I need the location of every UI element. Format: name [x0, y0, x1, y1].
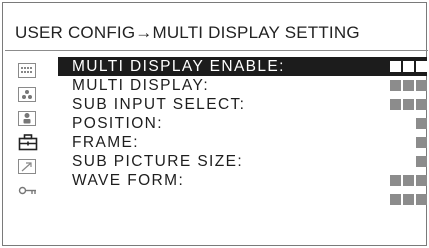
- menu-item-sub-picture-size[interactable]: SUB PICTURE SIZE:: [58, 152, 427, 171]
- menu-item-label: MULTI DISPLAY:: [72, 76, 210, 94]
- title-divider: [5, 50, 428, 51]
- sidebar: [14, 58, 58, 202]
- value-block: [403, 175, 414, 186]
- value-block: [390, 99, 401, 110]
- menu-item-label: FRAME:: [72, 133, 139, 151]
- page-title: USER CONFIG→MULTI DISPLAY SETTING: [15, 23, 360, 42]
- value-block: [390, 175, 401, 186]
- value-block: [403, 61, 414, 72]
- value-block: [416, 80, 427, 91]
- value-block: [416, 156, 427, 167]
- sidebar-item-tri[interactable]: [14, 82, 58, 106]
- menu-item-label: SUB PICTURE SIZE:: [72, 152, 244, 170]
- menu-item-label: MULTI DISPLAY ENABLE:: [72, 57, 285, 75]
- value-block: [390, 61, 401, 72]
- toolbox-icon: [18, 133, 38, 151]
- key-icon: [18, 182, 38, 199]
- value-placeholder: [390, 99, 427, 110]
- sidebar-item-toolbox[interactable]: [14, 130, 58, 154]
- person-icon: [18, 110, 36, 126]
- value-block: [390, 80, 401, 91]
- menu-item-position[interactable]: POSITION:: [58, 114, 427, 133]
- value-placeholder: [416, 156, 427, 167]
- value-placeholder: [390, 61, 427, 72]
- settings-menu: MULTI DISPLAY ENABLE: MULTI DISPLAY: SUB…: [58, 57, 427, 209]
- menu-item-wave-form[interactable]: WAVE FORM:: [58, 171, 427, 190]
- value-block: [416, 61, 427, 72]
- value-placeholder: [416, 137, 427, 148]
- tri-dots-icon: [18, 86, 36, 102]
- menu-item-label: POSITION:: [72, 114, 163, 132]
- sidebar-item-person[interactable]: [14, 106, 58, 130]
- value-placeholder: [416, 118, 427, 129]
- value-placeholder: [390, 80, 427, 91]
- value-block: [403, 99, 414, 110]
- menu-item-label: SUB INPUT SELECT:: [72, 95, 246, 113]
- value-block: [416, 175, 427, 186]
- menu-item-unlabeled[interactable]: [58, 190, 427, 209]
- value-block: [390, 194, 401, 205]
- sidebar-item-arrow[interactable]: [14, 154, 58, 178]
- menu-item-frame[interactable]: FRAME:: [58, 133, 427, 152]
- menu-item-label: WAVE FORM:: [72, 171, 185, 189]
- value-placeholder: [390, 194, 427, 205]
- value-block: [416, 194, 427, 205]
- value-placeholder: [390, 175, 427, 186]
- menu-item-multi-display[interactable]: MULTI DISPLAY:: [58, 76, 427, 95]
- value-block: [416, 118, 427, 129]
- value-block: [416, 99, 427, 110]
- grid-dots-icon: [18, 62, 36, 78]
- value-block: [403, 80, 414, 91]
- value-block: [403, 194, 414, 205]
- value-block: [416, 137, 427, 148]
- sidebar-item-key[interactable]: [14, 178, 58, 202]
- menu-item-multi-display-enable[interactable]: MULTI DISPLAY ENABLE:: [58, 57, 427, 76]
- menu-item-sub-input-select[interactable]: SUB INPUT SELECT:: [58, 95, 427, 114]
- sidebar-item-grid[interactable]: [14, 58, 58, 82]
- arrow-icon: [18, 158, 36, 174]
